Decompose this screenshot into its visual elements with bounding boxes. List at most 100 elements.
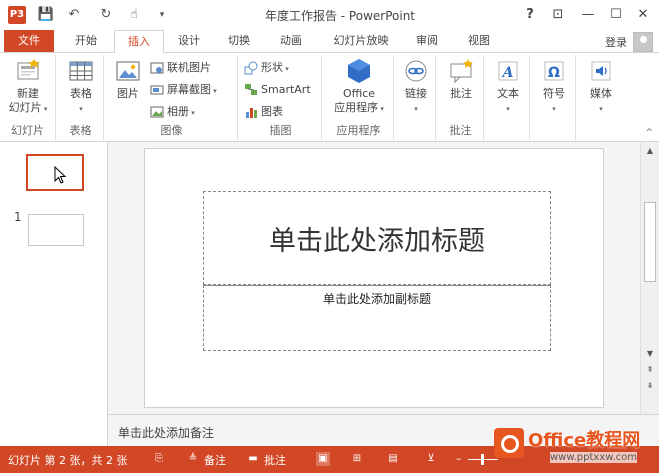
watermark-url: www.pptxxw.com [550, 452, 638, 463]
link-button[interactable]: 链接 ▾ [398, 57, 434, 116]
chevron-down-icon: ▾ [189, 109, 195, 117]
maximize-icon[interactable]: ☐ [604, 5, 628, 25]
subtitle-placeholder[interactable]: 单击此处添加副标题 [203, 285, 551, 351]
tab-slideshow[interactable]: 幻灯片放映 [322, 30, 400, 52]
mouse-cursor-icon [54, 166, 67, 184]
slide-thumbnail-number: 1 [14, 210, 22, 224]
title-placeholder[interactable]: 单击此处添加标题 [203, 191, 551, 285]
tab-view[interactable]: 视图 [456, 30, 502, 52]
text-icon: A [498, 61, 518, 81]
scrollbar-thumb[interactable] [644, 202, 656, 282]
powerpoint-app-icon[interactable]: P3 [8, 6, 26, 24]
current-slide[interactable]: 单击此处添加标题 单击此处添加副标题 [144, 148, 604, 408]
group-illustrations: 形状 ▾ SmartArt 图表 插图 [240, 55, 322, 140]
vertical-scrollbar[interactable]: ▲ ▼ ⇞ ⇟ [640, 142, 659, 414]
scroll-up-icon[interactable]: ▲ [644, 145, 656, 157]
notes-placeholder[interactable]: 单击此处添加备注 [118, 424, 214, 441]
photo-album-button[interactable]: 相册 ▾ [150, 103, 195, 121]
minimize-icon[interactable]: — [576, 5, 600, 25]
ribbon-display-options-icon[interactable]: ⊡ [546, 5, 570, 25]
office-apps-button[interactable]: Office 应用程序 ▾ [326, 57, 392, 116]
zoom-out-icon[interactable]: – [456, 452, 462, 465]
new-slide-button[interactable]: 新建 幻灯片 ▾ [4, 57, 52, 116]
group-tables: 表格 ▾ 表格 [58, 55, 104, 140]
scroll-down-icon[interactable]: ▼ [644, 348, 656, 360]
reading-view-icon[interactable]: ▤ [386, 452, 400, 466]
chevron-down-icon: ▾ [211, 87, 217, 95]
tab-home[interactable]: 开始 [62, 30, 110, 52]
office-apps-label-1: Office [342, 87, 376, 100]
online-pictures-button[interactable]: 联机图片 [150, 59, 211, 77]
office-apps-label-2: 应用程序 [334, 101, 379, 114]
slide-editor: 单击此处添加标题 单击此处添加副标题 [108, 142, 640, 414]
previous-slide-icon[interactable]: ⇞ [644, 364, 656, 376]
media-label: 媒体 [590, 87, 612, 100]
smartart-label: SmartArt [261, 83, 311, 96]
comment-label: 批注 [450, 87, 472, 100]
tab-file[interactable]: 文件 [4, 30, 54, 52]
ribbon-tab-bar: 文件 开始 插入 设计 切换 动画 幻灯片放映 审阅 视图 登录 [0, 30, 659, 53]
tab-insert[interactable]: 插入 [114, 30, 164, 53]
chevron-down-icon: ▾ [79, 105, 83, 113]
slide-thumbnail-2[interactable] [28, 214, 84, 246]
window-title: 年度工作报告 - PowerPoint [264, 9, 416, 23]
svg-text:A: A [501, 65, 514, 81]
slide-sorter-icon[interactable]: ⊞ [350, 452, 364, 466]
group-apps: Office 应用程序 ▾ 应用程序 [324, 55, 394, 140]
shapes-button[interactable]: 形状 ▾ [244, 59, 289, 77]
normal-view-icon[interactable]: ▣ [316, 452, 330, 466]
group-illustrations-label: 插图 [269, 124, 292, 137]
avatar[interactable] [633, 32, 653, 52]
media-button[interactable]: 媒体 ▾ [582, 57, 620, 116]
table-icon [69, 61, 93, 81]
chart-button[interactable]: 图表 [244, 103, 283, 121]
svg-text:Ω: Ω [548, 65, 560, 81]
comments-toggle-button[interactable]: 批注 [264, 452, 286, 468]
tab-animations[interactable]: 动画 [266, 30, 316, 52]
save-icon[interactable]: 💾 [36, 6, 56, 24]
slide-thumbnail-panel[interactable]: 1 [0, 142, 108, 446]
group-slides: 新建 幻灯片 ▾ 幻灯片 [0, 55, 56, 140]
table-label: 表格 [70, 87, 92, 100]
smartart-button[interactable]: SmartArt [244, 81, 311, 99]
screenshot-label: 屏幕截图 [167, 83, 211, 96]
chevron-down-icon: ▾ [41, 105, 48, 113]
table-button[interactable]: 表格 ▾ [62, 57, 100, 116]
next-slide-icon[interactable]: ⇟ [644, 380, 656, 392]
close-icon[interactable]: ✕ [631, 5, 655, 25]
text-button[interactable]: A 文本 ▾ [489, 57, 527, 116]
customize-qat-icon[interactable]: ▾ [152, 6, 172, 24]
chevron-down-icon: ▾ [414, 105, 418, 113]
tab-transitions[interactable]: 切换 [216, 30, 262, 52]
chart-label: 图表 [261, 105, 283, 118]
zoom-slider-handle[interactable] [481, 454, 484, 465]
tab-review[interactable]: 审阅 [404, 30, 450, 52]
login-link[interactable]: 登录 [605, 34, 627, 50]
slideshow-icon[interactable]: ⊻ [424, 452, 438, 466]
group-media: 媒体 ▾ [578, 55, 624, 140]
screenshot-button[interactable]: 屏幕截图 ▾ [150, 81, 217, 99]
symbol-label: 符号 [543, 87, 565, 100]
watermark-title: Office教程网 [528, 430, 641, 451]
notes-toggle-button[interactable]: 备注 [204, 452, 226, 468]
new-slide-label-1: 新建 [17, 87, 39, 100]
shapes-icon [244, 61, 258, 75]
touch-mode-icon[interactable]: ☝ [124, 6, 144, 24]
screenshot-icon [150, 85, 164, 95]
notes-icon: ≜ [188, 453, 198, 464]
redo-icon[interactable]: ↻ [96, 6, 116, 24]
photo-album-icon [150, 106, 164, 118]
group-links: 链接 ▾ [396, 55, 436, 140]
tab-design[interactable]: 设计 [166, 30, 212, 52]
spelling-check-icon[interactable]: ⎘ [152, 452, 166, 466]
group-text: A 文本 ▾ [486, 55, 530, 140]
pictures-label: 图片 [117, 87, 139, 100]
group-comments-label: 批注 [449, 124, 472, 137]
help-icon[interactable]: ? [518, 5, 542, 25]
symbol-button[interactable]: Ω 符号 ▾ [535, 57, 573, 116]
comment-button[interactable]: 批注 [442, 57, 480, 101]
collapse-ribbon-icon[interactable]: ^ [645, 128, 653, 138]
online-picture-icon [150, 62, 164, 74]
pictures-button[interactable]: 图片 [110, 57, 146, 101]
undo-icon[interactable]: ↶ [64, 6, 84, 24]
